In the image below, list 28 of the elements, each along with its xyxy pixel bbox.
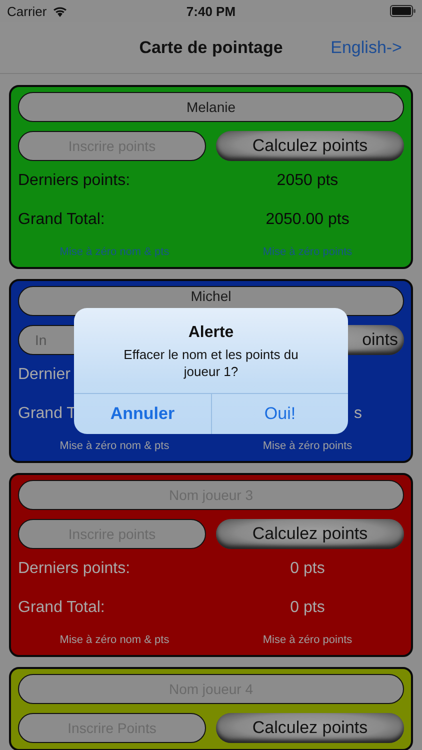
battery-icon bbox=[390, 5, 416, 17]
carrier-label: Carrier bbox=[7, 4, 47, 18]
stat-label: Grand Total: bbox=[18, 598, 105, 616]
reset-link[interactable]: Mise à zéro points bbox=[262, 440, 352, 452]
reset-link[interactable]: Mise à zéro nom & pts bbox=[60, 440, 170, 452]
stat-label: Dernier bbox=[18, 366, 70, 384]
calculate-button[interactable]: Calculez points bbox=[216, 131, 404, 161]
stat-value: 2050 pts bbox=[276, 172, 338, 190]
stat-value: 0 pts bbox=[290, 598, 325, 616]
stat-value: 0 pts bbox=[290, 560, 325, 578]
reset-link[interactable]: Mise à zéro points bbox=[262, 634, 352, 646]
status-time: 7:40 PM bbox=[186, 4, 236, 18]
reset-link[interactable]: Mise à zéro nom & pts bbox=[60, 634, 170, 646]
alert-button[interactable]: Oui! bbox=[211, 394, 348, 434]
stat-value: s bbox=[354, 404, 362, 422]
nav-title: Carte de pointage bbox=[139, 38, 283, 58]
stat-label: Derniers points: bbox=[18, 172, 130, 190]
wifi-icon bbox=[52, 5, 68, 17]
stat-label: Grand Total: bbox=[18, 210, 105, 228]
alert-button[interactable]: Annuler bbox=[74, 394, 211, 434]
stat-value: 2050.00 pts bbox=[266, 210, 350, 228]
calculate-button[interactable]: Calculez points bbox=[216, 519, 404, 549]
name-field[interactable]: Melanie bbox=[18, 92, 404, 122]
language-link[interactable]: English-> bbox=[330, 38, 402, 58]
alert-title: Alerte bbox=[188, 324, 234, 342]
stat-label: Derniers points: bbox=[18, 560, 130, 578]
calculate-button[interactable]: Calculez points bbox=[216, 713, 404, 743]
alert-message: Effacer le nom et les points du joueur 1? bbox=[122, 346, 300, 380]
